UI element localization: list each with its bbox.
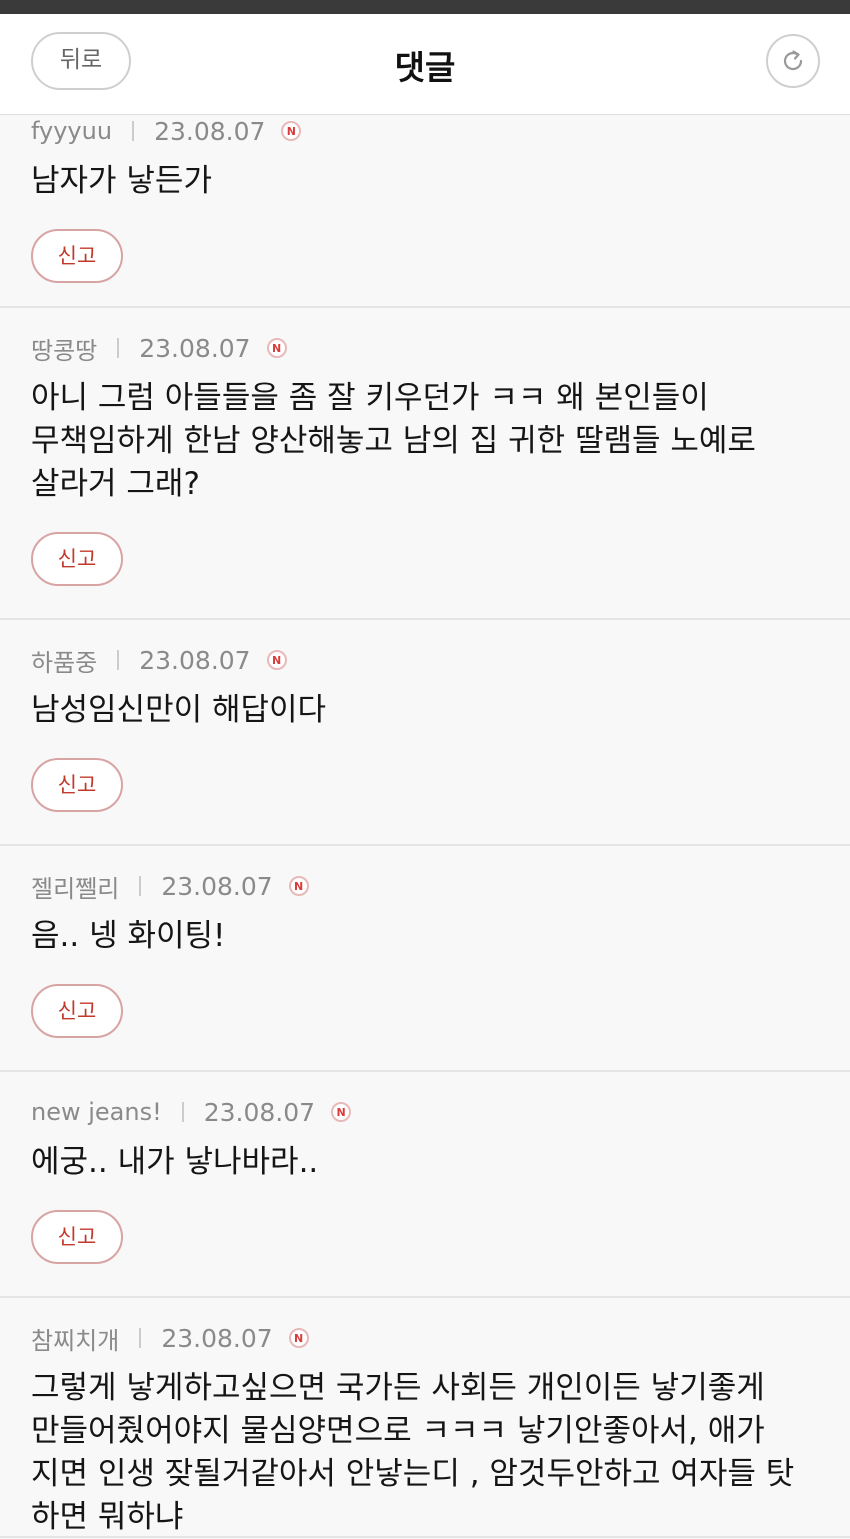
comment-text: 음.. 넹 화이팅!: [31, 918, 226, 954]
new-badge-icon: N: [288, 1328, 309, 1348]
comment-text: 아니 그럼 아들들을 좀 잘 키우던가 ㅋㅋ 왜 본인들이 무책임하게 한남 양…: [31, 380, 756, 502]
report-button[interactable]: 신고: [31, 532, 123, 586]
comment-text: 에궁.. 내가 낳나바라..: [31, 1144, 319, 1180]
comment-meta: new jeans! 23.08.07 N: [31, 1097, 819, 1127]
comment-item: 땅콩땅 23.08.07 N 아니 그럼 아들들을 좀 잘 키우던가 ㅋㅋ 왜 …: [0, 308, 850, 620]
comment-author[interactable]: fyyyuu: [31, 117, 112, 145]
comment-date: 23.08.07: [139, 645, 251, 675]
new-badge-icon: N: [266, 338, 287, 358]
comment-item: fyyyuu 23.08.07 N 남자가 낳든가 신고: [0, 115, 850, 308]
comment-author[interactable]: 참찌치개: [31, 1321, 119, 1356]
comment-author[interactable]: 땅콩땅: [31, 331, 97, 366]
comment-date: 23.08.07: [154, 116, 266, 146]
comment-date: 23.08.07: [161, 871, 273, 901]
comment-text: 남자가 낳든가: [31, 163, 212, 199]
refresh-button[interactable]: [766, 34, 820, 88]
status-bar: [0, 0, 850, 14]
report-button[interactable]: 신고: [31, 1210, 123, 1264]
comment-text: 그렇게 낳게하고싶으면 국가든 사회든 개인이든 낳기좋게 만들어줬어야지 물심…: [31, 1370, 795, 1535]
page-title: 댓글: [394, 48, 456, 87]
comment-item: new jeans! 23.08.07 N 에궁.. 내가 낳나바라.. 신고: [0, 1072, 850, 1298]
new-badge-icon: N: [288, 876, 309, 896]
app-header: 뒤로 댓글: [0, 14, 850, 115]
new-badge-icon: N: [266, 650, 287, 670]
comment-meta: 땅콩땅 23.08.07 N: [31, 331, 819, 366]
comment-meta: fyyyuu 23.08.07 N: [31, 116, 819, 146]
comment-date: 23.08.07: [203, 1097, 316, 1127]
comment-author[interactable]: new jeans!: [31, 1098, 162, 1126]
report-button[interactable]: 신고: [31, 758, 123, 812]
meta-divider: [117, 338, 120, 358]
meta-divider: [117, 650, 120, 670]
comment-meta: 참찌치개 23.08.07 N: [31, 1321, 819, 1356]
comment-item: 하품중 23.08.07 N 남성임신만이 해답이다 신고: [0, 620, 850, 846]
meta-divider: [181, 1102, 184, 1122]
report-button[interactable]: 신고: [31, 984, 123, 1038]
comment-item: 젤리쩰리 23.08.07 N 음.. 넹 화이팅! 신고: [0, 846, 850, 1072]
meta-divider: [132, 121, 135, 141]
report-button[interactable]: 신고: [31, 229, 123, 283]
comment-date: 23.08.07: [161, 1323, 273, 1353]
comment-author[interactable]: 하품중: [31, 643, 97, 678]
new-badge-icon: N: [281, 121, 302, 141]
comment-text: 남성임신만이 해답이다: [31, 692, 327, 728]
comment-date: 23.08.07: [139, 333, 251, 363]
comment-meta: 하품중 23.08.07 N: [31, 643, 819, 678]
refresh-icon: [783, 50, 803, 71]
comment-list: fyyyuu 23.08.07 N 남자가 낳든가 신고 땅콩땅 23.08.0…: [0, 115, 850, 1538]
meta-divider: [139, 1328, 142, 1348]
comment-meta: 젤리쩰리 23.08.07 N: [31, 869, 819, 904]
comment-item: 참찌치개 23.08.07 N 그렇게 낳게하고싶으면 국가든 사회든 개인이든…: [0, 1298, 850, 1538]
new-badge-icon: N: [331, 1102, 352, 1122]
comment-author[interactable]: 젤리쩰리: [31, 869, 119, 904]
meta-divider: [139, 876, 142, 896]
